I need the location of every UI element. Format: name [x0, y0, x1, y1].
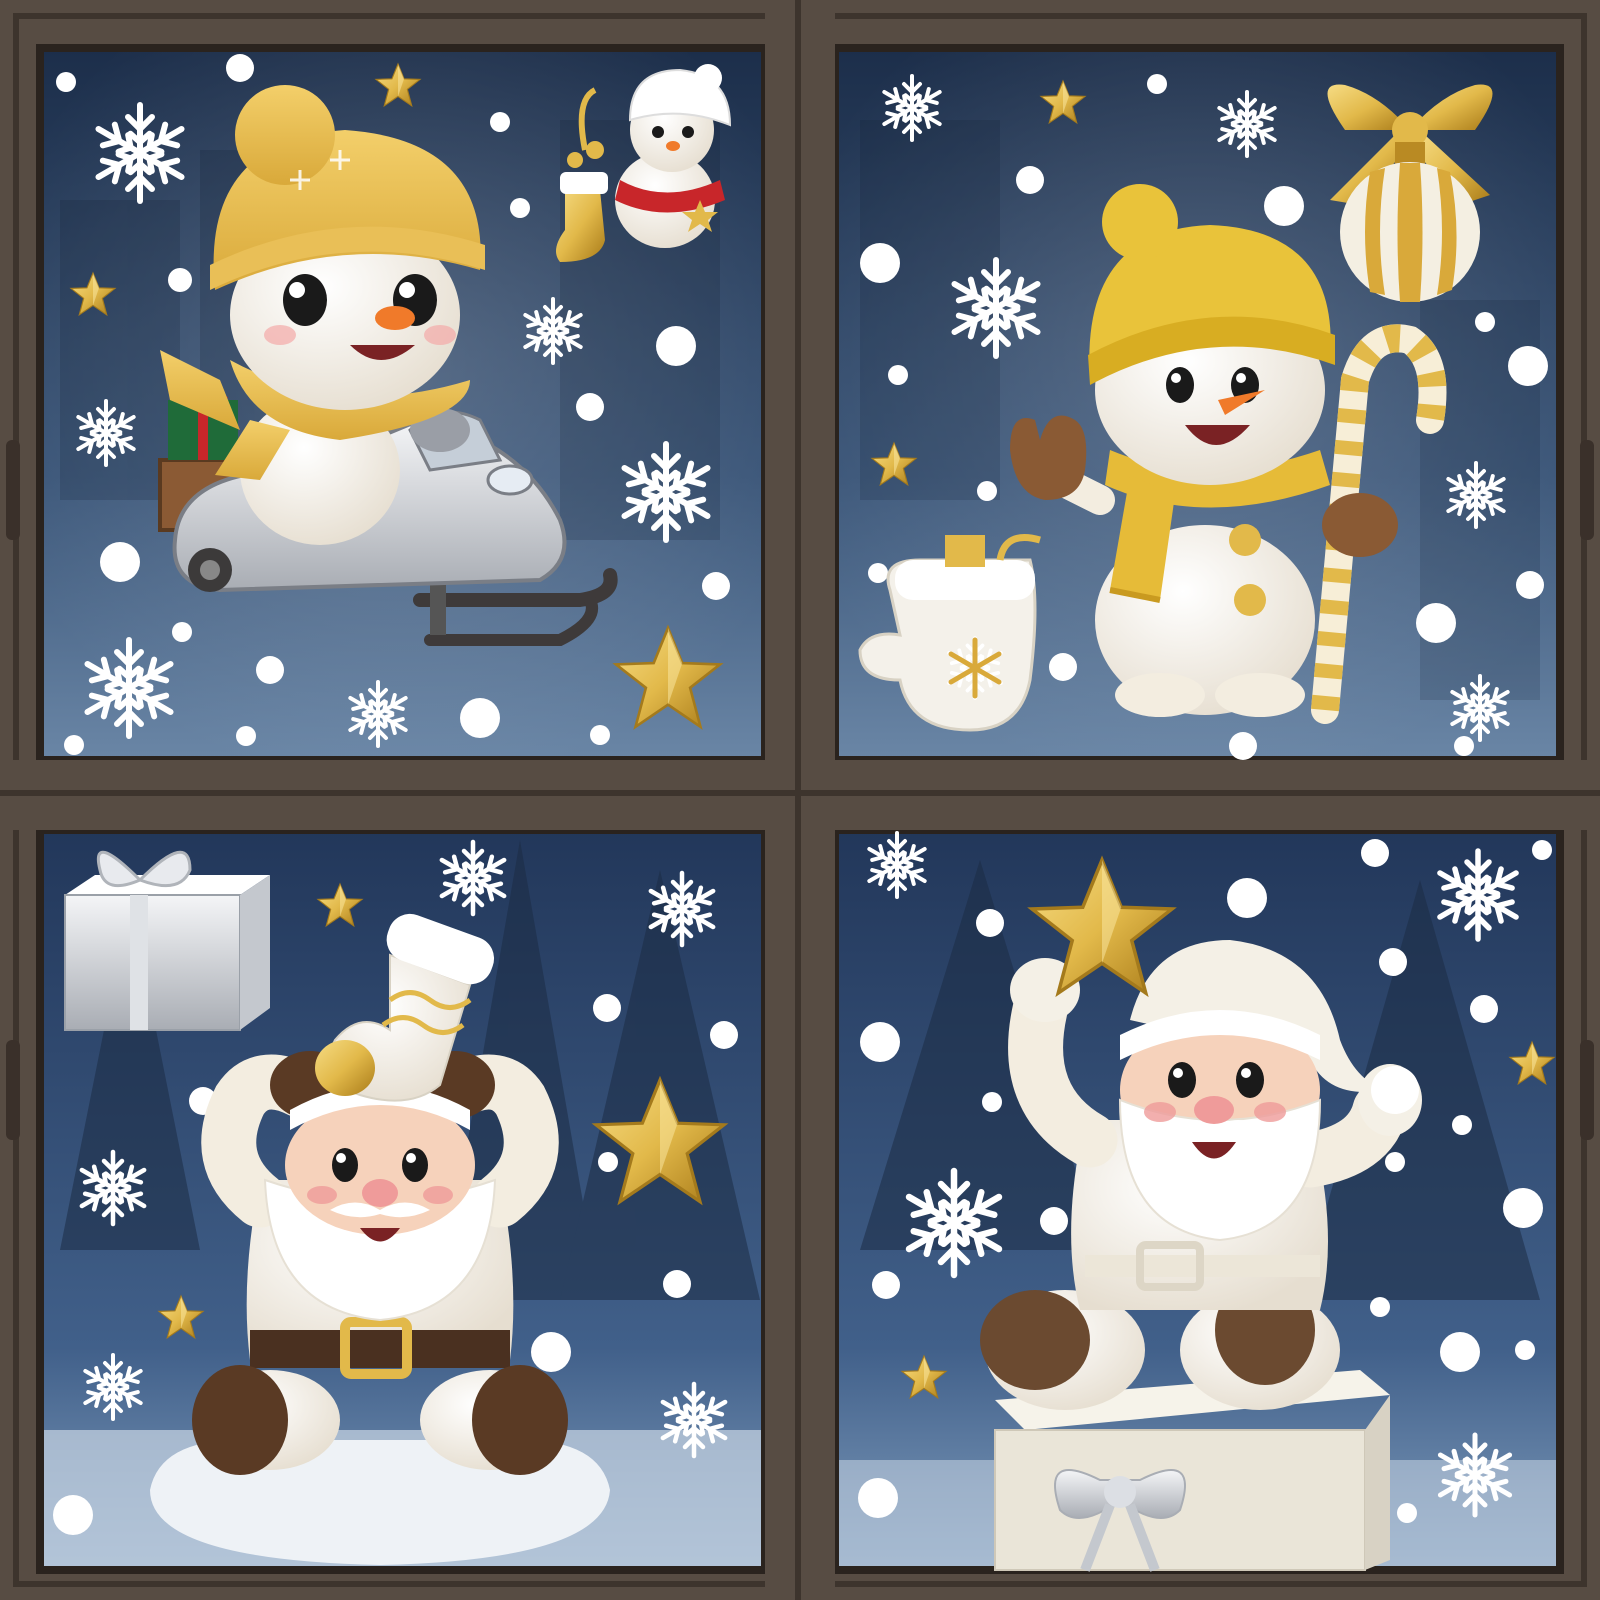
window-scene	[0, 0, 1600, 1600]
window-illustration	[0, 0, 1600, 1600]
ornament-icon	[1327, 84, 1493, 302]
gift-icon	[64, 850, 270, 1031]
